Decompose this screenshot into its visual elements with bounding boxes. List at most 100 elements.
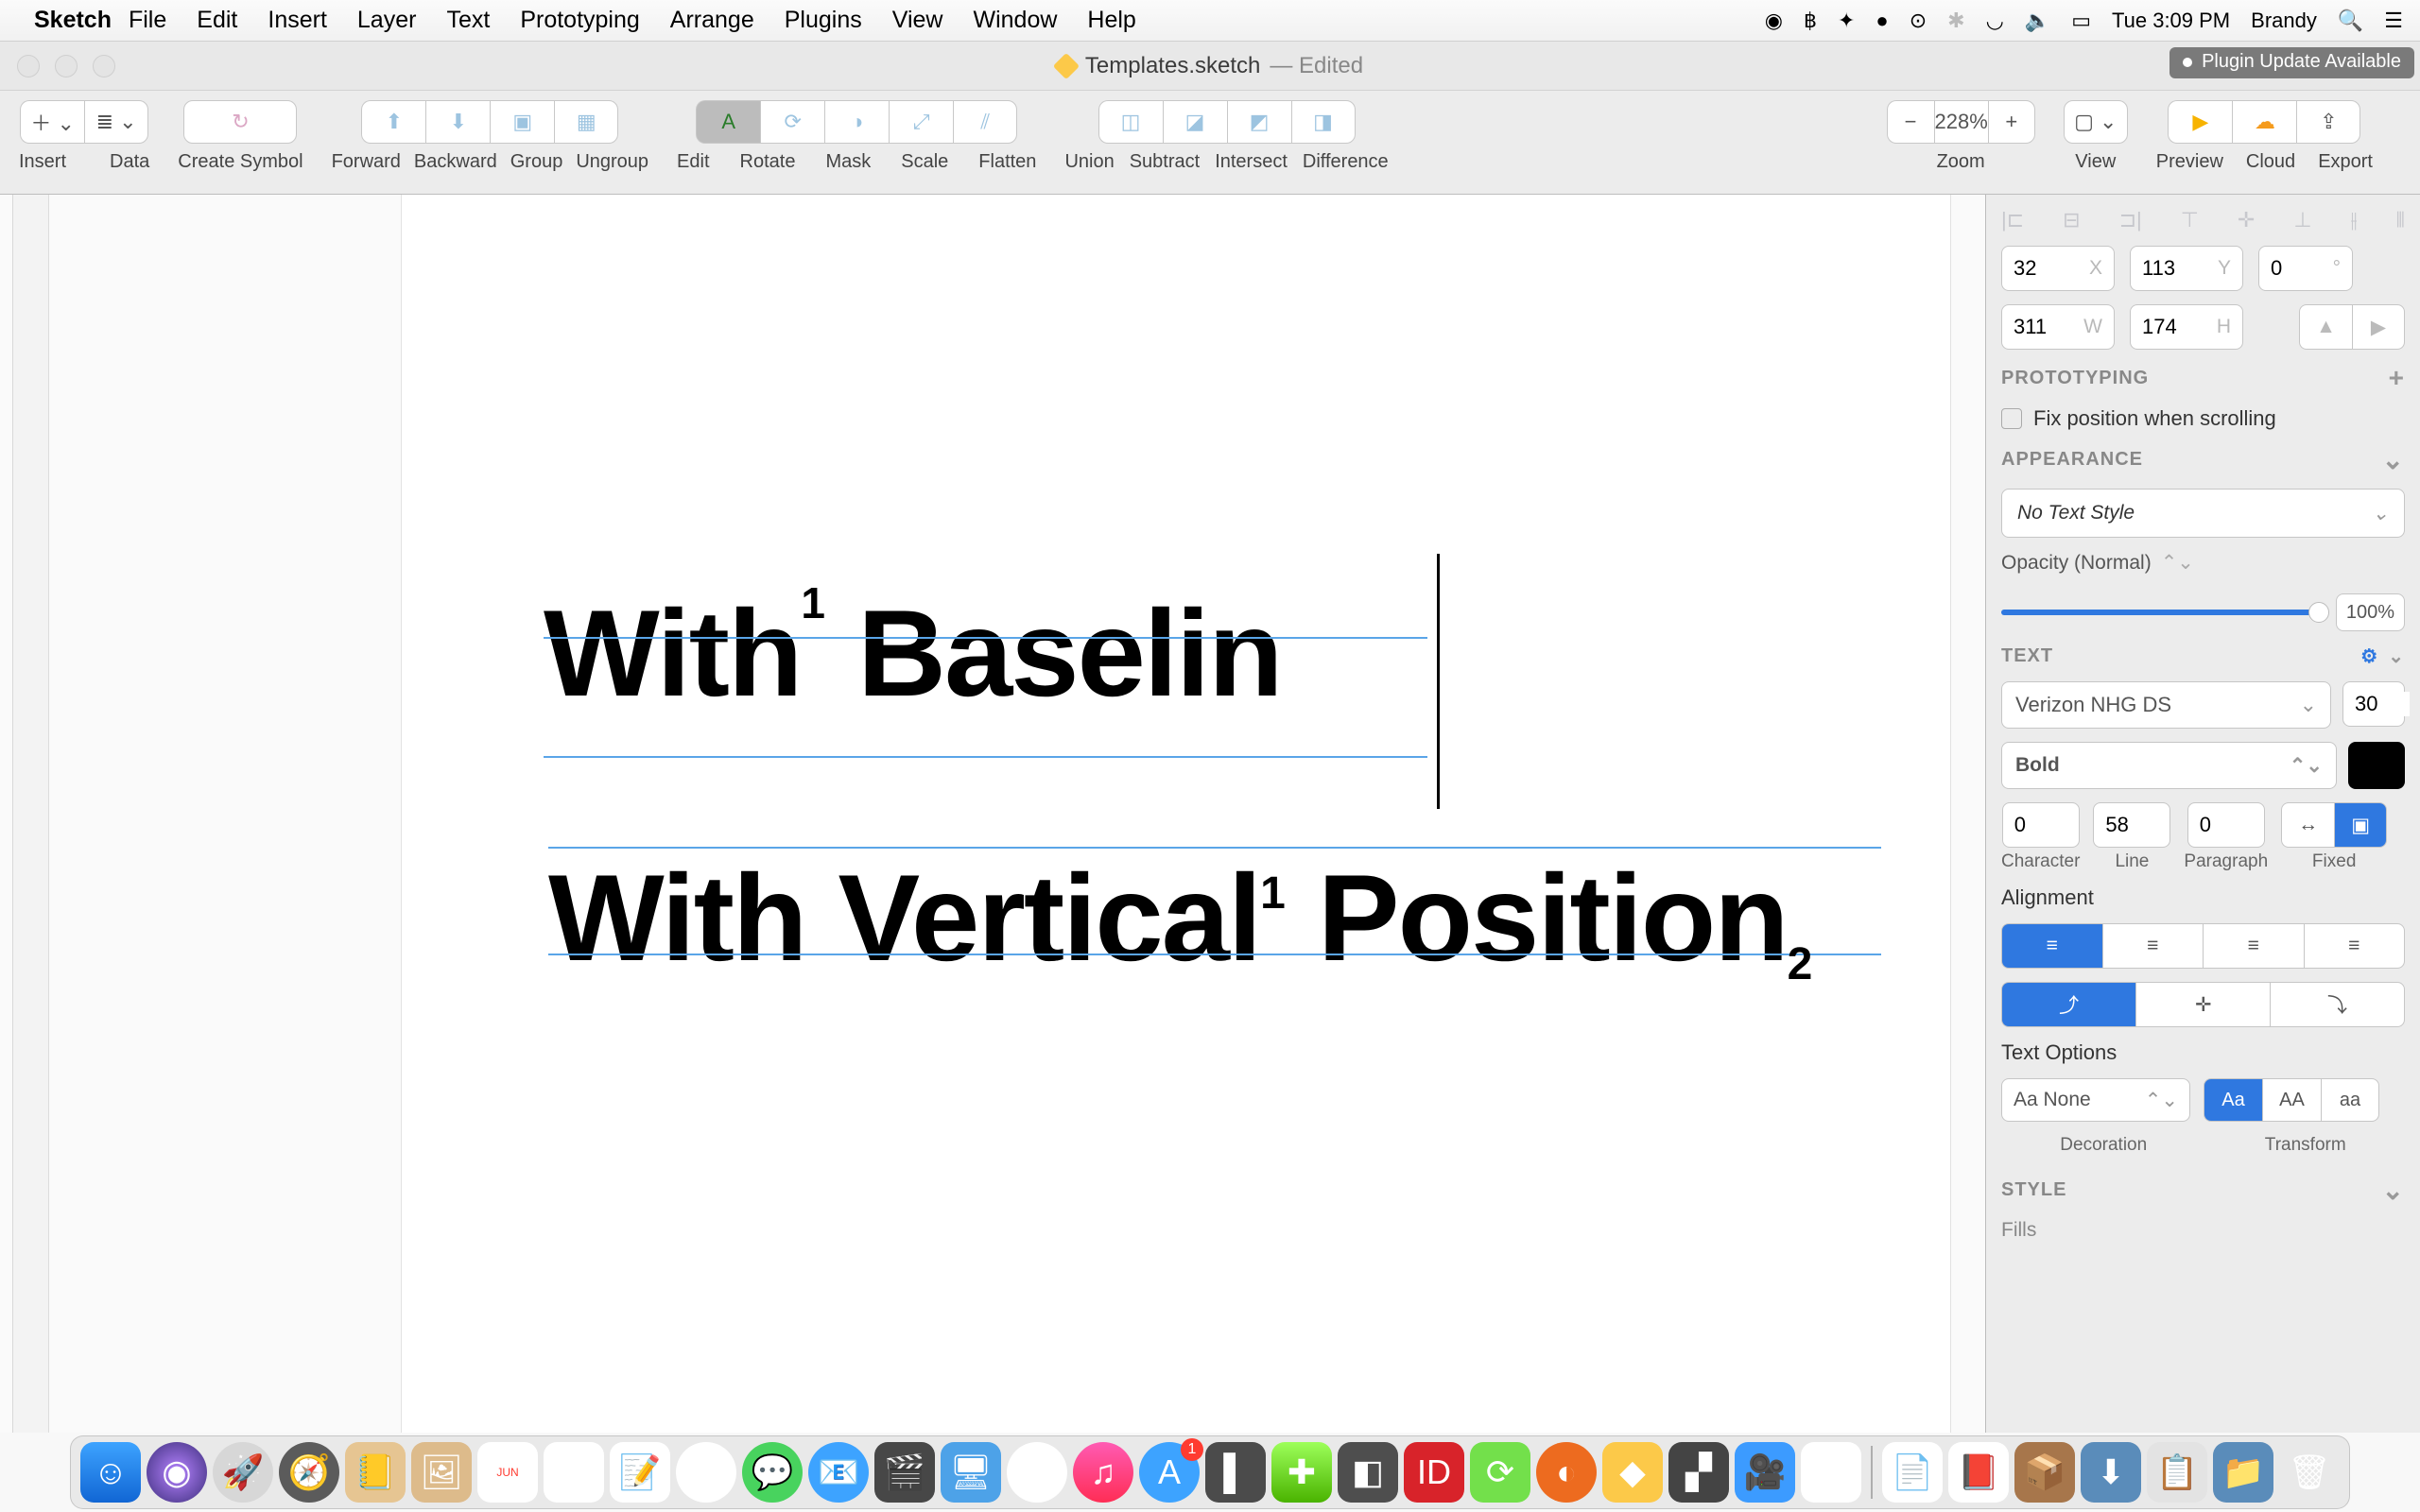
align-center-v-icon[interactable]: ✛	[2238, 208, 2255, 232]
backward-button[interactable]: ⬇	[425, 100, 490, 144]
app-icon[interactable]: ◐	[1536, 1442, 1597, 1503]
menu-layer[interactable]: Layer	[357, 7, 417, 34]
intersect-button[interactable]: ◩	[1227, 100, 1291, 144]
preview-button[interactable]: ▶	[2168, 100, 2232, 144]
align-left-icon[interactable]: |⊏	[2001, 208, 2024, 232]
union-button[interactable]: ◫	[1098, 100, 1163, 144]
font-family-dropdown[interactable]: Verizon NHG DS⌄	[2001, 681, 2331, 729]
siri-icon[interactable]: ◉	[147, 1442, 207, 1503]
status-icon[interactable]: ◉	[1765, 9, 1783, 33]
x-input[interactable]	[2014, 256, 2068, 281]
abstract-icon[interactable]: ▞	[1668, 1442, 1729, 1503]
align-right-icon[interactable]: ⊐|	[2119, 208, 2142, 232]
expand-icon[interactable]: ⌄	[2382, 444, 2405, 475]
photos-icon[interactable]: 🖼	[411, 1442, 472, 1503]
y-input[interactable]	[2142, 256, 2197, 281]
transform-upper[interactable]: AA	[2262, 1078, 2321, 1122]
music-icon[interactable]: ♫	[1073, 1442, 1133, 1503]
indesign-icon[interactable]: ID	[1404, 1442, 1464, 1503]
text-valign-middle[interactable]: ✛	[2135, 982, 2270, 1027]
menu-help[interactable]: Help	[1087, 7, 1135, 34]
font-size-input[interactable]	[2355, 692, 2410, 716]
reminders-icon[interactable]: ☑	[544, 1442, 604, 1503]
app-name[interactable]: Sketch	[34, 7, 112, 34]
calendar-icon[interactable]: JUN	[477, 1442, 538, 1503]
trash-icon[interactable]: 🗑	[2279, 1442, 2340, 1503]
text-layer-baseline[interactable]: With1 Baselin	[544, 582, 1282, 724]
distribute-v-icon[interactable]: ⫴	[2396, 208, 2405, 232]
zoom-value[interactable]: 228%	[1934, 100, 1988, 144]
zoom-out-button[interactable]: −	[1887, 100, 1934, 144]
user-name[interactable]: Brandy	[2251, 9, 2317, 33]
group-button[interactable]: ▣	[490, 100, 554, 144]
zoom-icon[interactable]: 🎥	[1735, 1442, 1795, 1503]
folder-icon[interactable]: 📁	[2213, 1442, 2273, 1503]
app-icon[interactable]: ◧	[1338, 1442, 1398, 1503]
doc-icon[interactable]: 📄	[1882, 1442, 1943, 1503]
status-icon[interactable]: ⊙	[1910, 9, 1927, 33]
menu-prototyping[interactable]: Prototyping	[520, 7, 639, 34]
close-button[interactable]	[17, 55, 40, 77]
font-weight-dropdown[interactable]: Bold⌃⌄	[2001, 742, 2337, 789]
clock[interactable]: Tue 3:09 PM	[2112, 9, 2230, 33]
menu-window[interactable]: Window	[973, 7, 1057, 34]
height-input[interactable]	[2142, 315, 2197, 339]
blend-mode-chevron[interactable]: ⌃⌄	[2161, 551, 2194, 575]
terminal-icon[interactable]: ▌	[1205, 1442, 1266, 1503]
status-icon[interactable]: ฿	[1804, 9, 1817, 33]
text-align-left[interactable]: ≡	[2001, 923, 2102, 969]
gear-icon[interactable]: ⚙	[2360, 644, 2378, 668]
maximize-button[interactable]	[93, 55, 115, 77]
flatten-button[interactable]: ⫽	[953, 100, 1017, 144]
app-icon[interactable]: ✚	[1271, 1442, 1332, 1503]
volume-icon[interactable]: 🔈	[2025, 9, 2050, 33]
decoration-dropdown[interactable]: Aa None⌃⌄	[2001, 1078, 2190, 1122]
transform-none[interactable]: Aa	[2204, 1078, 2262, 1122]
add-prototype-button[interactable]: +	[2389, 363, 2405, 393]
align-center-h-icon[interactable]: ⊟	[2063, 208, 2080, 232]
menu-insert[interactable]: Insert	[268, 7, 327, 34]
export-button[interactable]: ⇪	[2296, 100, 2360, 144]
data-button[interactable]: ≣ ⌄	[84, 100, 148, 144]
clock-icon[interactable]: ⏱	[676, 1442, 736, 1503]
cloud-button[interactable]: ☁	[2232, 100, 2296, 144]
notes-stack-icon[interactable]: 📋	[2147, 1442, 2207, 1503]
chevron-icon[interactable]: ⌄	[2388, 644, 2405, 668]
edit-button[interactable]: A	[696, 100, 760, 144]
battery-icon[interactable]: ▭	[2071, 9, 2091, 33]
keynote-icon[interactable]: 🎬	[874, 1442, 935, 1503]
artboard[interactable]: With1 Baselin With Vertical1 Position2	[401, 195, 1951, 1433]
width-input[interactable]	[2014, 315, 2068, 339]
messages-icon[interactable]: 💬	[742, 1442, 803, 1503]
paragraph-spacing-input[interactable]	[2200, 813, 2255, 837]
menu-icon[interactable]: ☰	[2384, 9, 2403, 33]
menu-text[interactable]: Text	[446, 7, 490, 34]
text-style-dropdown[interactable]: No Text Style⌄	[2001, 489, 2405, 538]
auto-width-button[interactable]: ↔	[2281, 802, 2334, 848]
menu-view[interactable]: View	[892, 7, 943, 34]
scale-button[interactable]: ⤢	[889, 100, 953, 144]
subtract-button[interactable]: ◪	[1163, 100, 1227, 144]
text-align-right[interactable]: ≡	[2203, 923, 2304, 969]
mask-button[interactable]: ◑	[824, 100, 889, 144]
launchpad-icon[interactable]: 🚀	[213, 1442, 273, 1503]
forward-button[interactable]: ⬆	[361, 100, 425, 144]
desktop-icon[interactable]: 🖥	[941, 1442, 1001, 1503]
fixed-width-button[interactable]: ▣	[2334, 802, 2387, 848]
app-icon[interactable]: ⊞	[1801, 1442, 1861, 1503]
minimize-button[interactable]	[55, 55, 78, 77]
create-symbol-button[interactable]: ↻	[183, 100, 297, 144]
text-align-justify[interactable]: ≡	[2304, 923, 2406, 969]
plugin-update-pill[interactable]: Plugin Update Available	[2169, 47, 2414, 78]
flip-h-button[interactable]: ▲	[2299, 304, 2352, 350]
text-valign-bottom[interactable]: ⤵	[2270, 982, 2404, 1027]
safari-icon[interactable]: 🧭	[279, 1442, 339, 1503]
spotlight-icon[interactable]: 🔍	[2338, 9, 2363, 33]
menu-edit[interactable]: Edit	[197, 7, 237, 34]
pdf-icon[interactable]: 📕	[1948, 1442, 2009, 1503]
downloads-icon[interactable]: ⬇	[2081, 1442, 2141, 1503]
text-layer-vertical[interactable]: With Vertical1 Position2	[548, 847, 1812, 988]
wifi-icon[interactable]: ◡	[1986, 9, 2004, 33]
news-icon[interactable]: N	[1007, 1442, 1067, 1503]
align-bottom-icon[interactable]: ⊥	[2293, 208, 2311, 232]
